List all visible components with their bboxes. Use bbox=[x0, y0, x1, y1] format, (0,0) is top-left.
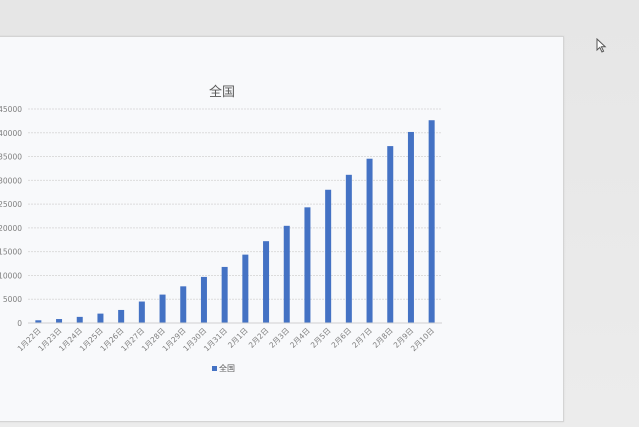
x-tick-label: 2月3日 bbox=[267, 326, 291, 350]
y-tick-label: 40000 bbox=[0, 129, 22, 138]
y-tick-label: 0 bbox=[17, 319, 22, 328]
y-axis-ticks: 0 5000 10000 15000 20000 25000 30000 35000 40000… bbox=[0, 105, 22, 328]
y-tick-label: 20000 bbox=[0, 224, 22, 233]
bar bbox=[118, 309, 125, 323]
y-tick-label: 45000 bbox=[0, 105, 22, 114]
bar bbox=[200, 276, 207, 323]
x-tick-label: 2月7日 bbox=[350, 326, 374, 350]
y-tick-label: 15000 bbox=[0, 248, 22, 257]
bar bbox=[180, 286, 187, 323]
y-tick-label: 30000 bbox=[0, 176, 22, 185]
bar bbox=[325, 189, 332, 323]
x-tick-label: 2月4日 bbox=[288, 326, 312, 350]
bar bbox=[345, 174, 352, 323]
x-tick-label: 2月2日 bbox=[247, 326, 271, 350]
mouse-cursor-icon bbox=[596, 38, 607, 53]
bar bbox=[159, 294, 166, 323]
legend: 全国 bbox=[212, 363, 235, 373]
bar bbox=[97, 313, 104, 323]
chart-title: 全国 bbox=[209, 84, 235, 100]
x-tick-label: 2月1日 bbox=[226, 326, 250, 350]
bar bbox=[221, 266, 228, 323]
bar bbox=[407, 131, 414, 323]
legend-swatch bbox=[212, 366, 217, 371]
bar bbox=[76, 316, 83, 323]
bar bbox=[242, 254, 249, 323]
bar bbox=[387, 146, 394, 323]
bar bbox=[283, 225, 290, 323]
y-tick-label: 10000 bbox=[0, 271, 22, 280]
bar bbox=[428, 120, 435, 323]
y-tick-label: 5000 bbox=[3, 295, 22, 304]
bar bbox=[366, 158, 373, 323]
x-tick-label: 2月8日 bbox=[371, 326, 395, 350]
x-axis-ticks: 1月22日1月23日1月24日1月25日1月26日1月27日1月28日1月29日… bbox=[16, 326, 436, 353]
bar bbox=[304, 207, 311, 323]
bar bbox=[56, 319, 63, 323]
bar bbox=[138, 301, 145, 323]
legend-label: 全国 bbox=[219, 363, 235, 373]
bar bbox=[263, 241, 270, 323]
x-tick-label: 2月5日 bbox=[309, 326, 333, 350]
bars bbox=[35, 120, 435, 323]
chart-svg: 全国 0 5000 10000 15000 20000 25000 30000 35000 40… bbox=[0, 84, 442, 373]
y-tick-label: 35000 bbox=[0, 153, 22, 162]
gridlines bbox=[28, 108, 442, 300]
x-tick-label: 2月6日 bbox=[330, 326, 354, 350]
y-tick-label: 25000 bbox=[0, 200, 22, 209]
